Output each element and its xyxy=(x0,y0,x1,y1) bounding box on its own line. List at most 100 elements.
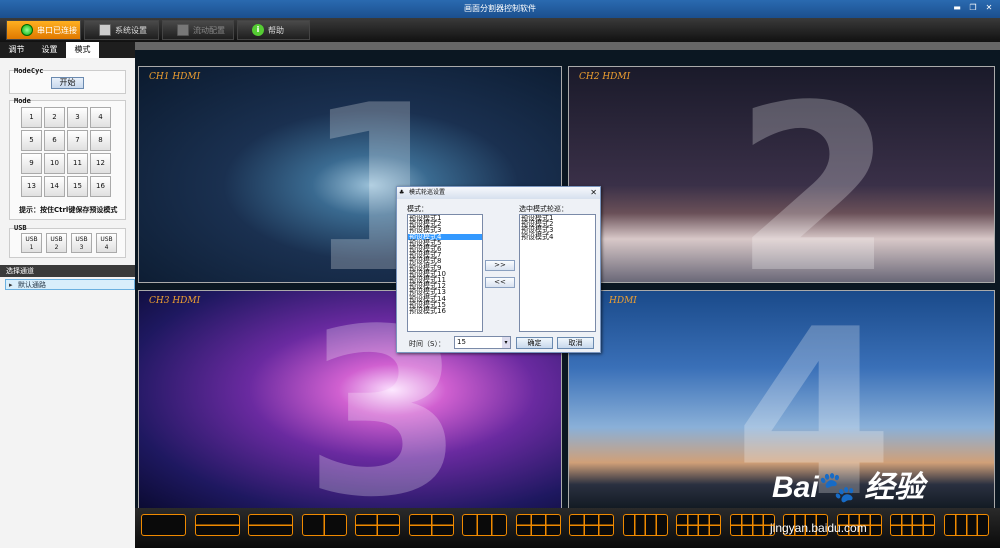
start-button[interactable]: 开始 xyxy=(51,77,84,89)
mode-button[interactable]: 15 xyxy=(67,176,88,197)
usb-button[interactable]: USB 2 xyxy=(46,233,67,253)
layout-button[interactable] xyxy=(622,514,668,536)
layout-button[interactable] xyxy=(890,514,935,536)
usb-button[interactable]: USB 1 xyxy=(21,233,42,253)
panel-label: CH2 HDMI xyxy=(579,72,631,82)
mode-button[interactable]: 1 xyxy=(21,107,42,128)
panel-label: CH3 HDMI xyxy=(149,296,201,306)
remove-button[interactable]: << xyxy=(485,277,515,288)
mode-button[interactable]: 16 xyxy=(90,176,111,197)
mode-button[interactable]: 5 xyxy=(21,130,42,151)
baidu-watermark: Bai🐾 经验 xyxy=(772,471,925,504)
dialog-title-bar: ♣ 模式轮巡设置 ✕ xyxy=(397,187,600,199)
panel-label: CH1 HDMI xyxy=(149,72,201,82)
ok-button[interactable]: 确定 xyxy=(516,337,553,349)
toolbar-item-label: 串口已连接 xyxy=(37,25,77,35)
chevron-down-icon[interactable]: ▾ xyxy=(502,337,510,348)
time-value: 15 xyxy=(457,338,466,346)
maximize-button[interactable]: ❐ xyxy=(966,2,980,14)
usb-label: USB xyxy=(14,224,27,232)
selected-modes-label: 选中模式轮巡： xyxy=(519,205,568,213)
hint-text: 提示：按住Ctrl键保存预设模式 xyxy=(19,206,118,214)
toolbar-item-label: 系统设置 xyxy=(115,25,147,35)
close-button[interactable]: ✕ xyxy=(982,2,996,14)
tab-settings[interactable]: 设置 xyxy=(33,42,66,58)
panel-label: HDMI xyxy=(609,296,637,306)
mode-button[interactable]: 11 xyxy=(67,153,88,174)
channel-header: 选择通道 xyxy=(0,265,135,277)
modecyc-label: ModeCyc xyxy=(14,67,44,75)
usb-button[interactable]: USB 4 xyxy=(96,233,117,253)
channel-item-label: 默认通路 xyxy=(18,281,46,289)
channel-panel-2[interactable]: 2 CH2 HDMI xyxy=(568,66,995,283)
modes-label: 模式： xyxy=(407,205,428,213)
mode-button[interactable]: 4 xyxy=(90,107,111,128)
time-select[interactable]: 15 ▾ xyxy=(454,336,511,349)
usb-button-number: 1 xyxy=(29,244,34,251)
add-button[interactable]: >> xyxy=(485,260,515,271)
layout-button[interactable] xyxy=(408,514,454,536)
layout-button[interactable] xyxy=(676,514,721,536)
layout-button[interactable] xyxy=(943,514,989,536)
layout-button[interactable] xyxy=(248,514,293,536)
usb-button-number: 3 xyxy=(79,244,84,251)
title-bar: 画面分割器控制软件 ▬ ❐ ✕ xyxy=(0,0,1000,18)
usb-button-number: 4 xyxy=(104,244,109,251)
layout-button[interactable] xyxy=(194,514,240,536)
monitor-icon xyxy=(177,24,189,36)
layout-bar xyxy=(135,508,1000,548)
minimize-button[interactable]: ▬ xyxy=(950,2,964,14)
usb-button-label: USB xyxy=(75,236,88,243)
layout-button[interactable] xyxy=(301,514,347,536)
modes-list[interactable]: 预设模式1 预设模式2 预设模式3 预设模式4 预设模式5 预设模式6 预设模式7 预设模式8… xyxy=(407,214,483,332)
usb-buttons: USB 1 USB 2 USB 3 USB 4 xyxy=(21,233,117,253)
connected-icon xyxy=(21,24,33,36)
toolbar: 串口已连接 系统设置 流动配置 i 帮助 xyxy=(0,18,1000,42)
layout-button[interactable] xyxy=(569,514,614,536)
flow-config-button[interactable]: 流动配置 xyxy=(162,20,234,40)
watermark-url: jingyan.baidu.com xyxy=(770,521,867,535)
mode-button[interactable]: 7 xyxy=(67,130,88,151)
mode-cycle-dialog: ♣ 模式轮巡设置 ✕ 模式： 选中模式轮巡： 预设模式1 预设模式2 预设模式3 预设… xyxy=(396,186,601,353)
help-button[interactable]: i 帮助 xyxy=(237,20,310,40)
tab-adjust[interactable]: 调节 xyxy=(0,42,33,58)
mode-button[interactable]: 2 xyxy=(44,107,65,128)
layout-button[interactable] xyxy=(462,514,507,536)
system-settings-button[interactable]: 系统设置 xyxy=(84,20,159,40)
mode-button[interactable]: 13 xyxy=(21,176,42,197)
mode-grid: 1 2 3 4 5 6 7 8 9 10 11 12 13 14 15 16 xyxy=(21,107,111,197)
cancel-button[interactable]: 取消 xyxy=(557,337,594,349)
mode-button[interactable]: 14 xyxy=(44,176,65,197)
mode-button[interactable]: 6 xyxy=(44,130,65,151)
usb-button-label: USB xyxy=(100,236,113,243)
layout-button[interactable] xyxy=(355,514,400,536)
time-label: 时间（S）： xyxy=(409,340,445,348)
mode-button[interactable]: 3 xyxy=(67,107,88,128)
mode-button[interactable]: 10 xyxy=(44,153,65,174)
tab-mode[interactable]: 模式 xyxy=(66,42,99,58)
toolbar-item-label: 流动配置 xyxy=(193,25,225,35)
mode-list-item[interactable]: 预设模式16 xyxy=(408,307,482,314)
layout-button[interactable] xyxy=(141,514,186,536)
selected-mode-list-item[interactable]: 预设模式4 xyxy=(520,233,595,240)
mode-button[interactable]: 9 xyxy=(21,153,42,174)
dialog-close-button[interactable]: ✕ xyxy=(590,188,597,197)
connection-status-button[interactable]: 串口已连接 xyxy=(6,20,81,40)
toolbar-item-label: 帮助 xyxy=(268,25,284,35)
selected-modes-list[interactable]: 预设模式1 预设模式2 预设模式3 预设模式4 xyxy=(519,214,596,332)
layout-button[interactable] xyxy=(729,514,775,536)
window-title: 画面分割器控制软件 xyxy=(464,4,536,13)
expand-arrow-icon: ▸ xyxy=(9,281,13,289)
left-tabs: 调节 设置 模式 xyxy=(0,42,135,58)
usb-button-number: 2 xyxy=(54,244,59,251)
usb-button[interactable]: USB 3 xyxy=(71,233,92,253)
usb-button-label: USB xyxy=(50,236,63,243)
info-icon: i xyxy=(252,24,264,36)
mode-button[interactable]: 12 xyxy=(90,153,111,174)
mode-label: Mode xyxy=(14,97,31,105)
layout-button[interactable] xyxy=(515,514,561,536)
channel-item-default[interactable]: ▸ 默认通路 xyxy=(5,279,135,290)
mode-button[interactable]: 8 xyxy=(90,130,111,151)
dialog-title: 模式轮巡设置 xyxy=(409,189,446,196)
monitor-icon xyxy=(99,24,111,36)
